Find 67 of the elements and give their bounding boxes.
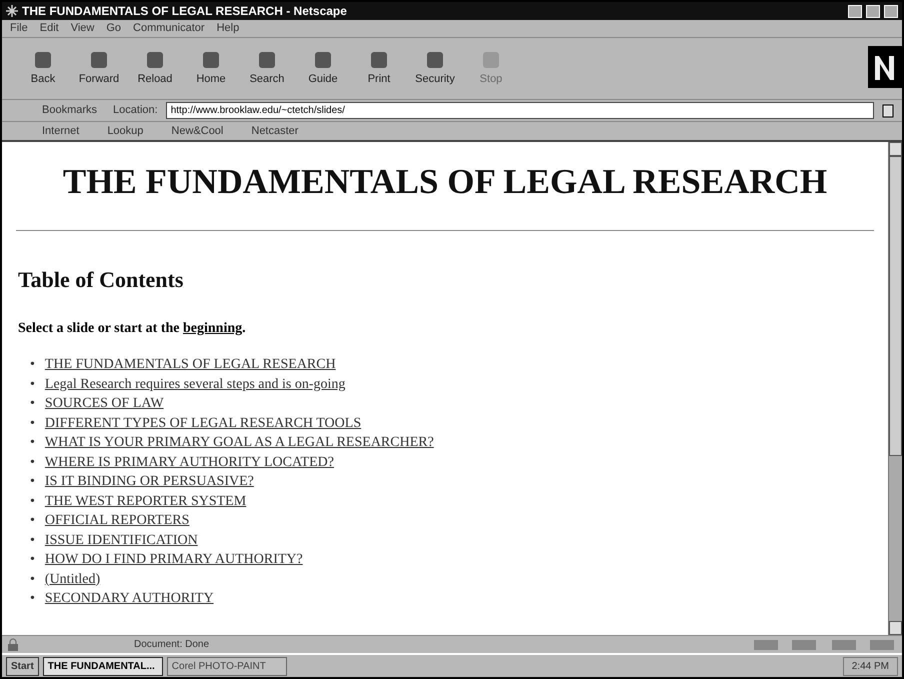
bullet: • (30, 395, 35, 413)
taskbar-button[interactable]: Corel PHOTO-PAINT (166, 656, 287, 676)
bullet: • (30, 356, 35, 374)
bullet: • (30, 434, 35, 452)
menu-item[interactable]: Help (216, 20, 240, 37)
location-field[interactable]: http://www.brooklaw.edu/~ctetch/slides/ (166, 102, 874, 119)
menu-item[interactable]: View (70, 20, 94, 37)
bookmark-link[interactable]: Internet (26, 122, 80, 140)
bookmark-link[interactable]: New&Cool (155, 122, 224, 140)
bullet: • (30, 376, 35, 394)
bookmark-link[interactable]: Lookup (91, 122, 144, 140)
menu-item[interactable]: Communicator (133, 20, 205, 37)
toc-link[interactable]: ISSUE IDENTIFICATION (44, 530, 198, 550)
toolbar-button[interactable]: Guide (298, 49, 348, 88)
taskbar-button[interactable]: THE FUNDAMENTAL... (42, 656, 163, 676)
page-heading: THE FUNDAMENTALS OF LEGAL RESEARCH (62, 162, 828, 202)
toc-link[interactable]: (Untitled) (44, 570, 100, 589)
toc-link[interactable]: THE FUNDAMENTALS OF LEGAL RESEARCH (44, 355, 336, 374)
toc-link[interactable]: WHERE IS PRIMARY AUTHORITY LOCATED? (44, 452, 334, 472)
beginning-link[interactable]: beginning (182, 321, 242, 336)
start-button[interactable]: Start (6, 656, 39, 676)
toolbar-button[interactable]: Security (410, 49, 460, 88)
scroll-thumb[interactable] (889, 156, 902, 456)
menu-item[interactable]: Edit (40, 20, 59, 37)
intro-text: Select a slide or start at the beginning. (18, 320, 247, 338)
bullet: • (30, 551, 35, 569)
bullet: • (30, 570, 35, 588)
scroll-down-button[interactable] (889, 621, 902, 635)
toc-link[interactable]: SECONDARY AUTHORITY (44, 589, 214, 608)
close-button[interactable] (884, 4, 898, 18)
toc-link[interactable]: IS IT BINDING OR PERSUASIVE? (44, 472, 254, 492)
toc-link[interactable]: HOW DO I FIND PRIMARY AUTHORITY? (44, 550, 303, 570)
toolbar-button[interactable]: Home (186, 49, 236, 88)
app-icon (6, 5, 18, 17)
bookmarks-button[interactable]: Bookmarks (10, 102, 98, 119)
clock: 2:44 PM (842, 656, 898, 676)
toolbar-button[interactable]: Back (18, 49, 68, 88)
minimize-button[interactable] (848, 4, 862, 18)
section-heading: Table of Contents (18, 266, 184, 294)
location-label: Location: (112, 103, 158, 118)
menu-item[interactable]: File (10, 20, 28, 37)
menu-item[interactable]: Go (106, 20, 122, 37)
lock-icon (6, 638, 20, 652)
bullet: • (30, 492, 35, 510)
bullet: • (30, 473, 35, 491)
bullet: • (30, 590, 35, 608)
window-title: THE FUNDAMENTALS OF LEGAL RESEARCH - Netscape (22, 3, 348, 20)
toolbar-button[interactable]: Reload (130, 49, 180, 88)
scroll-up-button[interactable] (889, 142, 902, 156)
bullet: • (30, 512, 35, 530)
toc-link[interactable]: Legal Research requires several steps and is on-going (44, 374, 346, 394)
bullet: • (30, 532, 35, 550)
vertical-scrollbar[interactable] (888, 142, 902, 635)
status-text: Document: Done (134, 638, 210, 652)
toolbar-button[interactable]: Forward (74, 49, 124, 88)
bullet: • (30, 414, 35, 432)
bookmark-link[interactable]: Netcaster (235, 122, 298, 140)
toc-link[interactable]: WHAT IS YOUR PRIMARY GOAL AS A LEGAL RESEARCHER? (44, 433, 434, 452)
page-icon (882, 104, 894, 118)
toc-link[interactable]: DIFFERENT TYPES OF LEGAL RESEARCH TOOLS (44, 414, 362, 433)
bullet: • (30, 454, 35, 472)
toc-link[interactable]: OFFICIAL REPORTERS (44, 511, 190, 530)
toolbar-button[interactable]: Print (354, 49, 404, 88)
toolbar-button[interactable]: Search (242, 49, 292, 88)
maximize-button[interactable] (866, 4, 880, 18)
toc-link[interactable]: THE WEST REPORTER SYSTEM (44, 492, 246, 511)
toc-link[interactable]: SOURCES OF LAW (44, 394, 164, 414)
